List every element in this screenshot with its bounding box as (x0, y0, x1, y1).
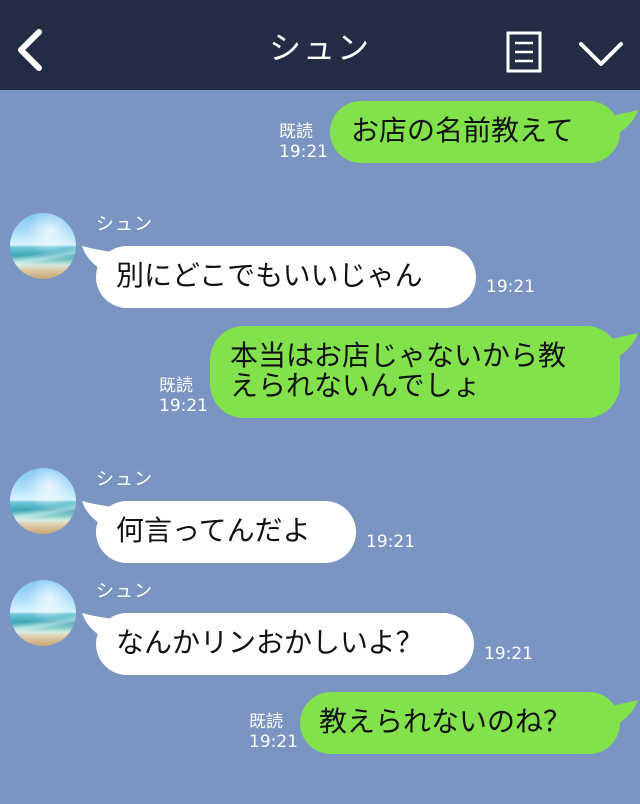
message-text-line: えられないんでしょ (230, 369, 481, 402)
message-time: 19:21 (484, 644, 533, 664)
message-text-line: 本当はお店じゃないから教 (230, 339, 567, 372)
outgoing-message-bubble[interactable]: 本当はお店じゃないから教 えられないんでしょ (210, 326, 620, 418)
incoming-message-bubble[interactable]: なんかリンおかしいよ？ (96, 613, 474, 675)
message-time: 19:21 (486, 277, 535, 297)
sender-name: シュン (96, 214, 153, 235)
message-text: 教えられないのね？ (319, 705, 572, 738)
outgoing-message-bubble[interactable]: 教えられないのね？ (300, 692, 620, 754)
chat-header: シュン (0, 0, 640, 90)
chat-title: シュン (268, 29, 371, 67)
outgoing-message-bubble[interactable]: お店の名前教えて (330, 101, 620, 163)
incoming-message-bubble[interactable]: 何言ってんだよ (96, 501, 356, 563)
message-text: お店の名前教えて (351, 114, 574, 147)
beach-avatar[interactable] (10, 468, 76, 534)
message-text: 別にどこでもいいじゃん (116, 259, 423, 292)
message-text: なんかリンおかしいよ？ (116, 626, 424, 659)
message-text: 何言ってんだよ (116, 514, 311, 547)
beach-avatar[interactable] (10, 580, 76, 646)
incoming-message-bubble[interactable]: 別にどこでもいいじゃん (96, 246, 476, 308)
note-menu-icon[interactable] (506, 31, 542, 73)
read-receipt: 既読 19:21 (249, 712, 298, 752)
chevron-down-icon[interactable] (577, 36, 625, 70)
read-receipt: 既読 19:21 (279, 122, 328, 162)
sender-name: シュン (96, 469, 153, 490)
beach-avatar[interactable] (10, 213, 76, 279)
message-time: 19:21 (366, 532, 415, 552)
read-receipt: 既読 19:21 (159, 376, 208, 416)
sender-name: シュン (96, 581, 153, 602)
